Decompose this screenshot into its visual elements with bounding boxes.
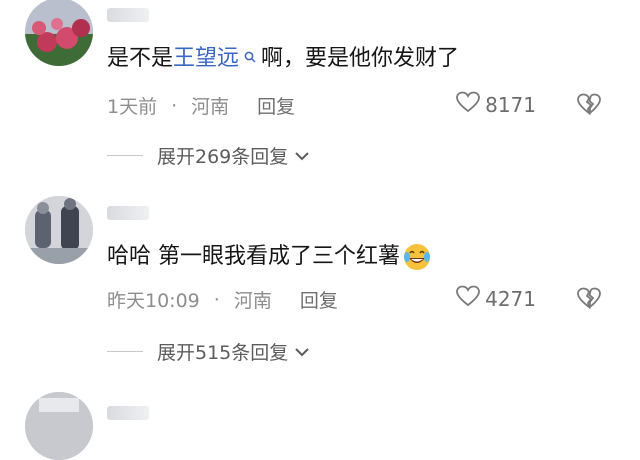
comment-meta: 1天前 · 河南 回复 [107,92,295,119]
like-button[interactable]: 4271 [455,284,536,313]
like-count: 4271 [485,286,536,311]
divider-line [107,351,143,352]
like-button[interactable]: 8171 [455,90,536,119]
comment-item: 是不是王望远 啊，要是他你发财了 1天前 · 河南 回复 8171 展开269条… [0,0,640,180]
chevron-down-icon [294,145,310,167]
like-count: 8171 [485,92,536,117]
chevron-down-icon [294,341,310,363]
search-icon[interactable] [240,51,261,67]
username-blurred[interactable] [107,206,149,220]
meta-separator: · [171,94,178,117]
broken-heart-icon [577,93,601,116]
username-blurred[interactable] [107,8,149,22]
comment-text: 哈哈 第一眼我看成了三个红薯 [107,242,432,272]
comment-text-part: 啊，要是他你发财了 [260,46,459,71]
meta-separator: · [213,288,220,311]
broken-heart-icon [577,287,601,310]
expand-replies-label: 展开515条回复 [157,342,289,364]
comment-text: 是不是王望远 啊，要是他你发财了 [107,44,459,74]
comment-text-part: 是不是 [107,46,174,71]
search-link[interactable]: 王望远 [173,46,239,71]
avatar[interactable] [25,392,93,460]
dislike-button[interactable] [576,286,602,310]
dislike-button[interactable] [576,92,602,116]
expand-replies-button[interactable]: 展开269条回复 [107,142,310,169]
avatar-image [25,392,93,460]
heart-icon [455,284,481,313]
comment-meta: 昨天10:09 · 河南 回复 [107,286,338,313]
avatar-flowers-image [25,0,93,66]
heart-icon [455,90,481,119]
expand-replies-button[interactable]: 展开515条回复 [107,338,310,365]
comment-location: 河南 [233,290,272,312]
comment-item-partial [0,392,640,460]
laughing-tears-emoji [402,242,432,272]
comment-item: 哈哈 第一眼我看成了三个红薯 昨天10:09 · 河南 回复 4271 展开51 [0,196,640,376]
comment-text-part: 哈哈 第一眼我看成了三个红薯 [107,244,400,269]
username-blurred[interactable] [107,406,149,420]
divider-line [107,155,143,156]
avatar-photo-image [25,196,93,264]
expand-replies-label: 展开269条回复 [157,146,289,168]
reply-button[interactable]: 回复 [257,92,295,119]
reply-button[interactable]: 回复 [300,286,338,313]
comment-time: 1天前 [107,96,158,118]
comment-location: 河南 [191,96,230,118]
avatar[interactable] [25,0,93,66]
avatar[interactable] [25,196,93,264]
comment-time: 昨天10:09 [107,290,200,312]
